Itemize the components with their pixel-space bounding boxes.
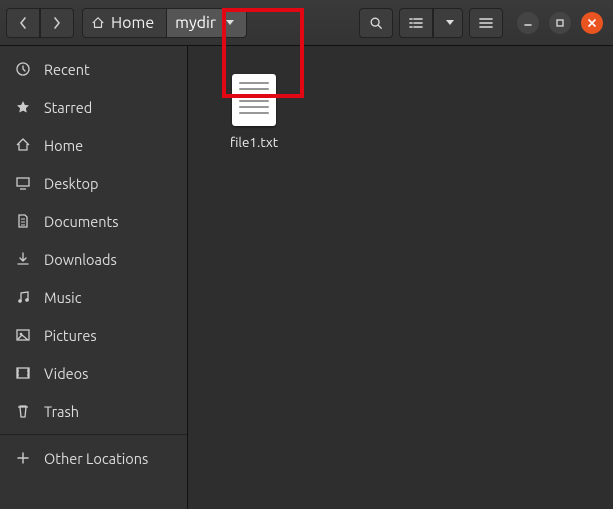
sidebar-item-other-locations[interactable]: Other Locations (0, 439, 187, 477)
window-controls (517, 12, 603, 34)
text-file-icon (232, 74, 276, 126)
home-icon (91, 16, 105, 30)
sidebar-item-pictures[interactable]: Pictures (0, 316, 187, 354)
sidebar-item-label: Home (44, 137, 83, 154)
list-view-button[interactable] (399, 8, 433, 38)
sidebar-item-label: Pictures (44, 327, 97, 344)
body: Recent Starred Home Desktop (0, 46, 613, 509)
sidebar-item-starred[interactable]: Starred (0, 88, 187, 126)
minimize-button[interactable] (517, 12, 539, 34)
search-button[interactable] (359, 8, 393, 38)
path-bar: Home mydir (82, 8, 247, 38)
dropdown-icon (226, 20, 234, 25)
path-segment-label: mydir (175, 14, 216, 32)
sidebar-item-label: Documents (44, 213, 119, 230)
sidebar-item-label: Other Locations (44, 450, 148, 467)
trash-icon (14, 403, 32, 419)
sidebar-item-desktop[interactable]: Desktop (0, 164, 187, 202)
search-icon (369, 16, 383, 30)
content-area[interactable]: file1.txt (188, 46, 613, 509)
downloads-icon (14, 251, 32, 267)
view-dropdown-button[interactable] (433, 8, 463, 38)
menu-button[interactable] (469, 8, 503, 38)
clock-icon (14, 61, 32, 77)
music-icon (14, 289, 32, 305)
sidebar-item-downloads[interactable]: Downloads (0, 240, 187, 278)
sidebar-item-label: Music (44, 289, 81, 306)
star-icon (14, 99, 32, 115)
sidebar-item-home[interactable]: Home (0, 126, 187, 164)
path-segment-label: Home (111, 14, 154, 32)
maximize-icon (555, 18, 565, 28)
list-icon (409, 17, 423, 29)
home-icon (14, 137, 32, 153)
file-label: file1.txt (230, 134, 278, 150)
chevron-right-icon (53, 17, 61, 29)
view-buttons (399, 8, 463, 38)
file-item[interactable]: file1.txt (222, 64, 286, 156)
sidebar-item-videos[interactable]: Videos (0, 354, 187, 392)
sidebar-item-label: Starred (44, 99, 92, 116)
path-segment-current[interactable]: mydir (166, 8, 247, 38)
pictures-icon (14, 327, 32, 343)
file-manager-window: Home mydir (0, 0, 613, 509)
chevron-left-icon (19, 17, 27, 29)
videos-icon (14, 365, 32, 381)
sidebar-item-label: Desktop (44, 175, 98, 192)
sidebar-item-trash[interactable]: Trash (0, 392, 187, 430)
desktop-icon (14, 175, 32, 191)
sidebar-item-label: Recent (44, 61, 90, 78)
hamburger-icon (479, 17, 493, 29)
close-icon (587, 18, 597, 28)
plus-icon (14, 450, 32, 466)
sidebar-item-music[interactable]: Music (0, 278, 187, 316)
nav-buttons (6, 8, 74, 38)
sidebar-item-label: Trash (44, 403, 79, 420)
chevron-down-icon (446, 20, 454, 25)
minimize-icon (523, 18, 533, 28)
sidebar-separator (0, 434, 187, 435)
sidebar-item-label: Videos (44, 365, 88, 382)
forward-button[interactable] (40, 8, 74, 38)
maximize-button[interactable] (549, 12, 571, 34)
path-segment-home[interactable]: Home (82, 8, 167, 38)
back-button[interactable] (6, 8, 40, 38)
close-button[interactable] (581, 12, 603, 34)
sidebar-item-documents[interactable]: Documents (0, 202, 187, 240)
documents-icon (14, 213, 32, 229)
sidebar-item-label: Downloads (44, 251, 117, 268)
toolbar: Home mydir (0, 0, 613, 46)
sidebar: Recent Starred Home Desktop (0, 46, 188, 509)
sidebar-item-recent[interactable]: Recent (0, 50, 187, 88)
